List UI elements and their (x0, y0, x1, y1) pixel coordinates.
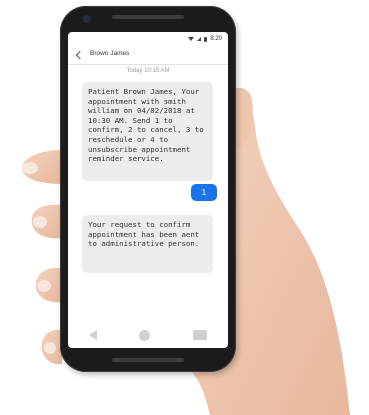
back-arrow-icon[interactable] (75, 50, 85, 60)
incoming-message: Your request to confirm appointment has … (82, 215, 213, 273)
incoming-message: Patient Brown James, Your appointment wi… (82, 82, 213, 181)
signal-icon (197, 37, 202, 41)
outgoing-message: 1 (191, 184, 217, 201)
wifi-icon (188, 37, 195, 41)
bottom-speaker (112, 358, 184, 362)
status-time: 8:20 (210, 36, 222, 42)
system-nav-bar (68, 322, 228, 348)
phone-screen: 8:20 Brown James Today 10:15 AM Patient … (68, 32, 228, 348)
front-camera (84, 16, 90, 22)
nav-home-icon[interactable] (139, 329, 151, 341)
nav-recents-icon[interactable] (192, 330, 207, 340)
contact-name: Brown James (90, 50, 130, 57)
status-bar: 8:20 (68, 32, 228, 46)
scene: 8:20 Brown James Today 10:15 AM Patient … (0, 0, 369, 415)
conversation-header: Brown James (68, 46, 228, 65)
nav-back-icon[interactable] (89, 330, 98, 340)
speaker-grille (112, 15, 184, 19)
battery-icon (204, 36, 208, 42)
phone: 8:20 Brown James Today 10:15 AM Patient … (60, 6, 236, 372)
message-timestamp: Today 10:15 AM (126, 68, 170, 74)
